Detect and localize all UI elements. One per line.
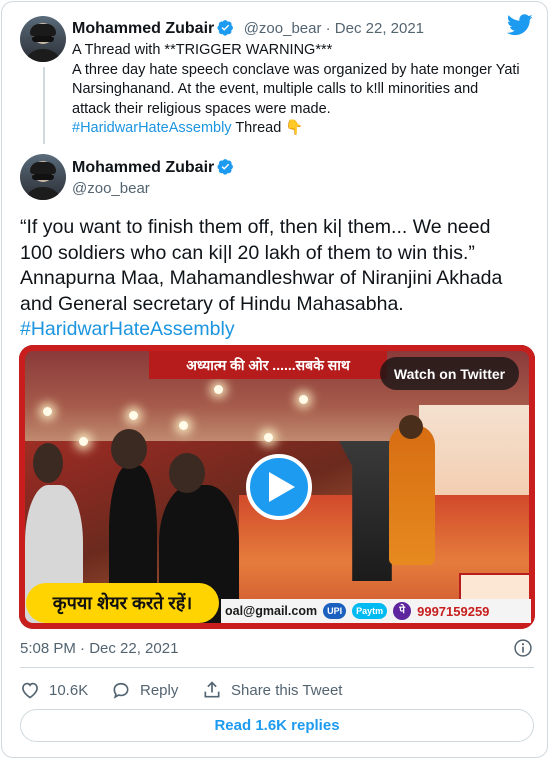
- video-email: oal@gmail.com: [225, 604, 318, 618]
- verified-badge-icon: [217, 20, 234, 36]
- thread-label: Thread: [231, 120, 286, 136]
- video-caption: कृपया शेयर करते रहें।: [26, 583, 219, 623]
- video-contact-strip: oal@gmail.com UPI Paytm पे 9997159259: [221, 599, 531, 623]
- handle[interactable]: @zoo_bear: [72, 180, 150, 197]
- tweet-timestamp[interactable]: 5:08 PM · Dec 22, 2021: [20, 640, 178, 657]
- author-name[interactable]: Mohammed Zubair: [72, 20, 214, 37]
- handle-and-date[interactable]: @zoo_bear · Dec 22, 2021: [244, 20, 424, 37]
- reply-button[interactable]: Reply: [111, 680, 202, 700]
- tweet2-line: and General secretary of Hindu Mahasabha…: [20, 292, 404, 315]
- tweet2-text: “If you want to finish them off, then ki…: [20, 215, 535, 343]
- hashtag-link[interactable]: #HaridwarHateAssembly: [72, 120, 232, 136]
- thread-connector: [43, 67, 45, 144]
- author-name[interactable]: Mohammed Zubair: [72, 159, 214, 176]
- read-replies-button[interactable]: Read 1.6K replies: [20, 709, 534, 742]
- pointing-down-emoji: 👇: [285, 120, 304, 136]
- upi-badge: UPI: [323, 603, 347, 619]
- tweet1-header: Mohammed Zubair @zoo_bear · Dec 22, 2021: [72, 19, 424, 38]
- avatar[interactable]: [20, 154, 66, 200]
- tweet1-text: A Thread with **TRIGGER WARNING*** A thr…: [72, 41, 520, 139]
- watch-on-twitter-button[interactable]: Watch on Twitter: [380, 357, 519, 390]
- info-icon[interactable]: [513, 638, 533, 658]
- tweet2-line: 100 soldiers who can ki|l 20 lakh of the…: [20, 241, 475, 264]
- tweet1-line: A three day hate speech conclave was org…: [72, 61, 520, 78]
- twitter-bird-icon[interactable]: [507, 14, 533, 36]
- heart-icon: [22, 682, 38, 699]
- tweet1-line: attack their religious spaces were made.: [72, 100, 331, 117]
- tweet1-line: Narsinghanand. At the event, multiple ca…: [72, 81, 479, 97]
- tweet-actions: 10.6K Reply Share this Tweet: [20, 678, 342, 702]
- tweet1-line: A Thread with **TRIGGER WARNING***: [72, 42, 333, 58]
- play-icon: [269, 472, 295, 502]
- divider: [20, 667, 534, 668]
- play-button[interactable]: [246, 454, 312, 520]
- like-count: 10.6K: [49, 681, 89, 699]
- like-button[interactable]: 10.6K: [20, 680, 111, 700]
- tweet2-line: Annapurna Maa, Mahamandleshwar of Niranj…: [20, 267, 503, 289]
- avatar[interactable]: [20, 16, 66, 62]
- share-button[interactable]: Share this Tweet: [202, 680, 342, 700]
- hashtag-link[interactable]: #HaridwarHateAssembly: [20, 317, 535, 343]
- reply-bubble-icon: [113, 682, 129, 699]
- share-label: Share this Tweet: [231, 681, 343, 699]
- phonepe-badge: पे: [393, 602, 412, 620]
- paytm-badge: Paytm: [352, 603, 388, 619]
- verified-badge-icon: [217, 159, 234, 175]
- reply-label: Reply: [140, 681, 179, 699]
- tweet2-line: “If you want to finish them off, then ki…: [20, 216, 491, 238]
- tweet-card: Mohammed Zubair @zoo_bear · Dec 22, 2021…: [1, 1, 548, 758]
- tweet2-author: Mohammed Zubair: [72, 158, 234, 177]
- video-phone-number: 9997159259: [417, 603, 490, 619]
- share-icon: [204, 681, 220, 698]
